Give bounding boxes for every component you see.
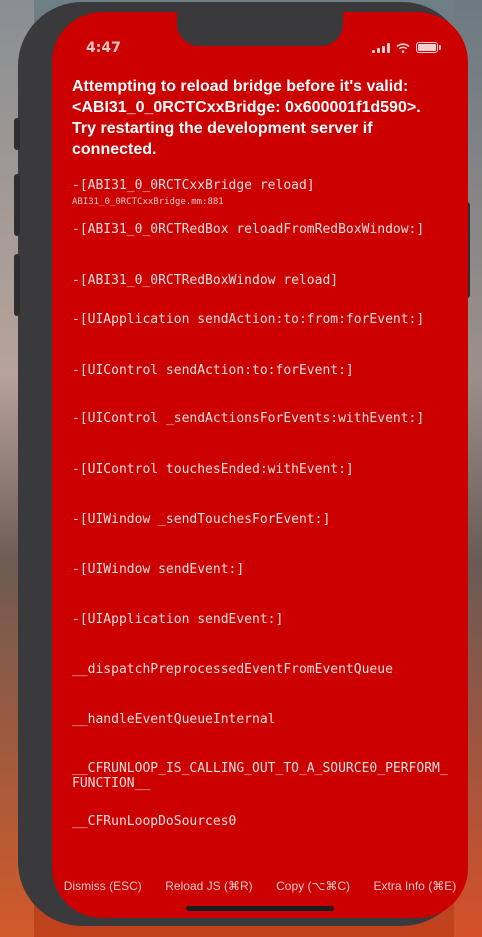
wifi-icon	[396, 42, 410, 53]
home-indicator[interactable]	[186, 906, 334, 911]
stack-trace: -[ABI31_0_0RCTCxxBridge reload] ABI31_0_0…	[72, 178, 448, 858]
stack-frame[interactable]: __CFRunLoopDoSources0	[72, 814, 448, 829]
stack-frame-method: __CFRunLoopDoSources0	[72, 814, 237, 829]
stack-frame[interactable]: -[UIControl sendAction:to:forEvent:]	[72, 363, 448, 378]
stack-frame-method: -[ABI31_0_0RCTCxxBridge reload]	[72, 178, 315, 193]
stack-frame[interactable]: -[UIWindow sendEvent:]	[72, 562, 448, 577]
stack-frame[interactable]: -[ABI31_0_0RCTRedBox reloadFromRedBoxWin…	[72, 222, 448, 237]
stack-frame[interactable]: -[ABI31_0_0RCTCxxBridge reload] ABI31_0_0…	[72, 178, 448, 208]
stack-frame-method: -[UIControl _sendActionsForEvents:withEv…	[72, 411, 425, 426]
stack-frame-method: -[UIApplication sendEvent:]	[72, 612, 284, 627]
battery-icon	[416, 42, 441, 53]
notch	[177, 12, 343, 46]
mute-switch	[14, 118, 20, 150]
stack-frame-method: -[UIWindow _sendTouchesForEvent:]	[72, 512, 331, 527]
stack-frame-file: ABI31_0_0RCTCxxBridge.mm:881	[72, 197, 224, 207]
stack-frame-method: -[UIControl sendAction:to:forEvent:]	[72, 363, 354, 378]
stack-frame-method: -[ABI31_0_0RCTRedBox reloadFromRedBoxWin…	[72, 222, 425, 237]
stack-frame[interactable]: -[UIControl touchesEnded:withEvent:]	[72, 462, 448, 477]
stack-frame-method: -[ABI31_0_0RCTRedBoxWindow reload]	[72, 273, 339, 288]
stack-frame-method: __dispatchPreprocessedEventFromEventQueu…	[72, 662, 393, 677]
stack-frame-method: __CFRUNLOOP_IS_CALLING_OUT_TO_A_SOURCE0_…	[72, 761, 448, 791]
stack-frame[interactable]: __handleEventQueueInternal	[72, 712, 448, 727]
status-icons	[372, 42, 441, 53]
status-time: 4:47	[86, 40, 121, 56]
redbox-screen: 4:47 Attempting to reload bridge before …	[52, 12, 468, 918]
extra-info-button[interactable]: Extra Info (⌘E)	[374, 879, 457, 893]
copy-button[interactable]: Copy (⌥⌘C)	[276, 879, 350, 893]
dismiss-button[interactable]: Dismiss (ESC)	[64, 879, 142, 893]
phone-frame: 4:47 Attempting to reload bridge before …	[14, 2, 470, 926]
volume-down-button	[14, 254, 20, 316]
stack-frame[interactable]: -[ABI31_0_0RCTRedBoxWindow reload]	[72, 273, 448, 288]
redbox-content[interactable]: Attempting to reload bridge before it's …	[72, 76, 448, 858]
reload-js-button[interactable]: Reload JS (⌘R)	[165, 879, 252, 893]
stack-frame[interactable]: -[UIControl _sendActionsForEvents:withEv…	[72, 411, 448, 426]
stack-frame-method: -[UIWindow sendEvent:]	[72, 562, 245, 577]
error-message: Attempting to reload bridge before it's …	[72, 78, 421, 158]
stack-frame-method: -[UIControl touchesEnded:withEvent:]	[72, 462, 354, 477]
stack-frame[interactable]: -[UIApplication sendAction:to:from:forEv…	[72, 312, 448, 327]
redbox-footer: Dismiss (ESC) Reload JS (⌘R) Copy (⌥⌘C) …	[52, 870, 468, 902]
stack-frame-method: __handleEventQueueInternal	[72, 712, 276, 727]
stack-frame[interactable]: __dispatchPreprocessedEventFromEventQueu…	[72, 662, 448, 677]
stack-frame[interactable]: -[UIApplication sendEvent:]	[72, 612, 448, 627]
stack-frame-method: -[UIApplication sendAction:to:from:forEv…	[72, 312, 425, 327]
signal-icon	[372, 42, 390, 53]
volume-up-button	[14, 174, 20, 236]
stack-frame[interactable]: -[UIWindow _sendTouchesForEvent:]	[72, 512, 448, 527]
stack-frame[interactable]: __CFRUNLOOP_IS_CALLING_OUT_TO_A_SOURCE0_…	[72, 761, 448, 791]
